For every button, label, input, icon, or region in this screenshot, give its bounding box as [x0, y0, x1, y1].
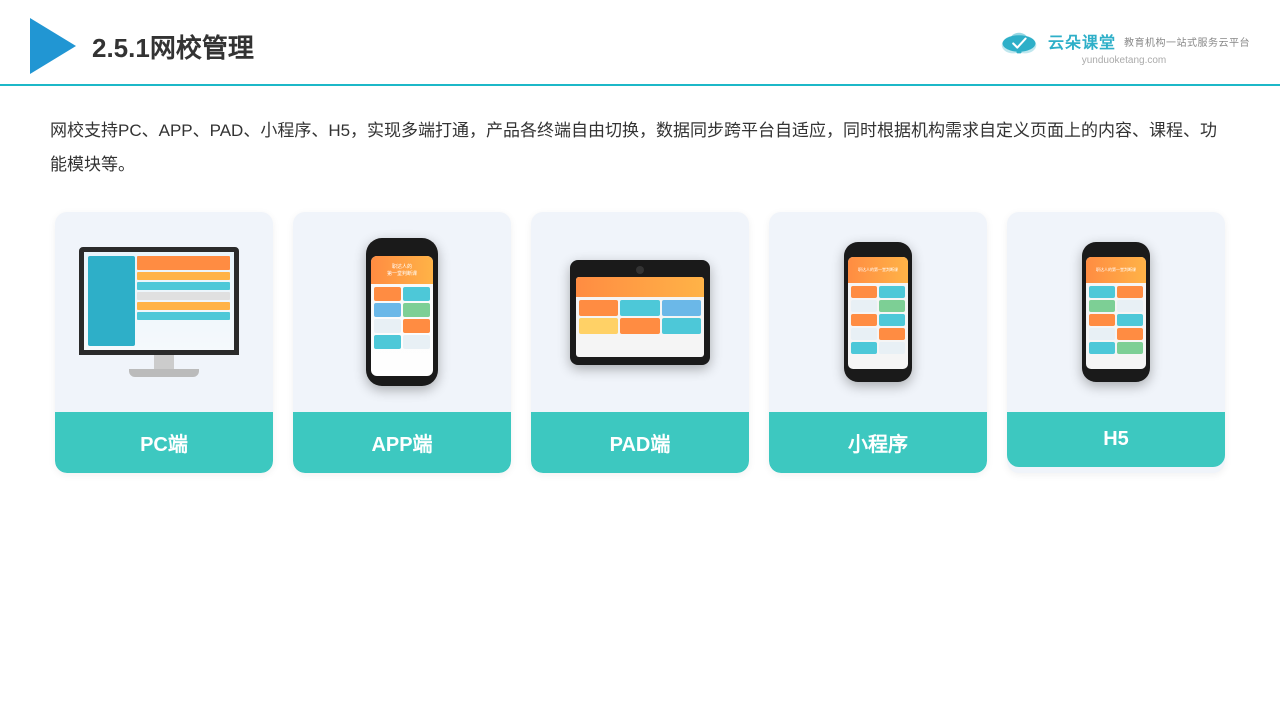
app-image-area: 职达人的第一堂判断课 [293, 212, 511, 412]
monitor-screen [79, 247, 239, 355]
description-text: 网校支持PC、APP、PAD、小程序、H5，实现多端打通，产品各终端自由切换，数… [50, 114, 1230, 182]
header-left: 2.5.1网校管理 [30, 18, 254, 74]
pc-image-area [55, 212, 273, 412]
card-h5: 职达人的第一堂判断课 [1007, 212, 1225, 473]
main-content: 网校支持PC、APP、PAD、小程序、H5，实现多端打通，产品各终端自由切换，数… [0, 86, 1280, 493]
pad-label: PAD端 [531, 412, 749, 473]
card-pc: PC端 [55, 212, 273, 473]
card-miniprogram: 职达人的第一堂判断课 [769, 212, 987, 473]
miniprogram-phone: 职达人的第一堂判断课 [844, 242, 912, 382]
miniprogram-image-area: 职达人的第一堂判断课 [769, 212, 987, 412]
page-header: 2.5.1网校管理 云朵课堂 教育机构一站式服务云平台 yunduoketang… [0, 0, 1280, 86]
pad-image-area [531, 212, 749, 412]
page-title: 2.5.1网校管理 [92, 28, 254, 65]
brand-name: 云朵课堂 [1048, 29, 1116, 53]
h5-phone: 职达人的第一堂判断课 [1082, 242, 1150, 382]
cloud-icon [998, 27, 1040, 55]
brand-area: 云朵课堂 教育机构一站式服务云平台 yunduoketang.com [998, 27, 1250, 66]
brand-logo: 云朵课堂 教育机构一站式服务云平台 [998, 27, 1250, 55]
pc-label: PC端 [55, 412, 273, 473]
pc-monitor [79, 247, 249, 377]
brand-subtitle: 教育机构一站式服务云平台 [1124, 34, 1250, 49]
pad-tablet [570, 260, 710, 365]
miniprogram-label: 小程序 [769, 412, 987, 473]
brand-url: yunduoketang.com [1082, 55, 1167, 66]
card-app: 职达人的第一堂判断课 [293, 212, 511, 473]
logo-triangle [30, 18, 76, 74]
card-pad: PAD端 [531, 212, 749, 473]
h5-label: H5 [1007, 412, 1225, 467]
app-phone: 职达人的第一堂判断课 [366, 238, 438, 386]
h5-image-area: 职达人的第一堂判断课 [1007, 212, 1225, 412]
app-label: APP端 [293, 412, 511, 473]
cards-container: PC端 职达人的第一堂判断课 [50, 212, 1230, 473]
